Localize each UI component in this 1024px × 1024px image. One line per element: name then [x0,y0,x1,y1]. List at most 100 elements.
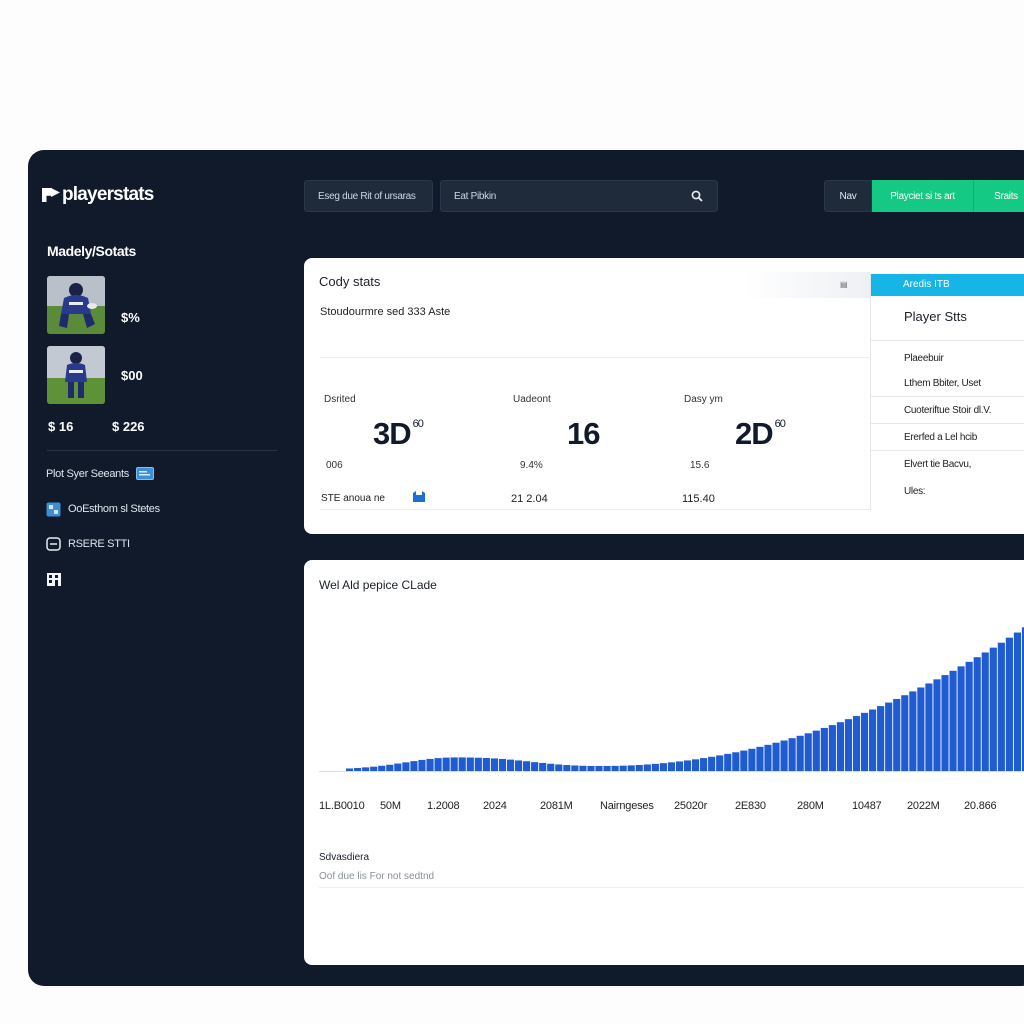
kpi-sub: 15.6 [690,460,710,471]
brand-name: playerstats [62,184,154,205]
list-item[interactable]: Plaeebuir [871,345,1024,372]
player-avatar[interactable] [47,276,105,334]
chart-bar [708,756,716,771]
stats-divider [320,357,870,358]
chart-bar [506,759,515,771]
list-item[interactable]: Ererfed a Lel hcib [871,424,1024,451]
chart-bar [917,687,925,771]
list-item[interactable]: Ules: [871,478,1024,505]
sidebar-item-building[interactable] [46,571,68,586]
chart-bar [828,725,836,772]
primary-action-button[interactable]: Playciet si ts art [872,180,973,212]
x-tick-label: 2081M [540,800,573,812]
kpi-value: 3D 60 [373,416,424,451]
chart-bar [1013,632,1022,771]
chart-bar [619,765,627,771]
chart-bar [410,761,418,771]
filter-dropdown[interactable]: Eseg due Rit of ursaras [304,180,433,212]
x-tick-label: 20.866 [964,800,997,812]
chart-bar [973,657,981,771]
chart-bar [989,647,997,771]
chart-bar [756,746,764,771]
chart-bar [611,765,619,771]
chart-bar [941,675,949,771]
stats-panel-title: Cody stats [319,274,381,289]
x-tick-label: 2022M [907,800,940,812]
sidebar-item-estates[interactable]: OoEsthom sl Stetes [46,502,160,517]
chart-bar [418,759,426,771]
search-input[interactable]: Eat Pibkin [440,180,718,212]
list-header: Aredis ITB [871,274,1024,296]
chart-footer-title: Sdvasdiera [319,852,370,863]
player-photo-icon [47,276,105,334]
chart-bar [458,757,466,771]
chart-bar [675,761,684,771]
chart-bar [635,764,643,771]
player-stat-1: $% [121,310,140,325]
stats-footer-label: STE anoua ne [321,493,385,504]
chart-bar [949,670,957,771]
stats-panel-subtitle: Stoudourmre sed 333 Aste [320,306,451,318]
chart-bar [981,652,989,771]
list-item[interactable]: Cuoteriftue Stoir dl.V. [871,397,1024,424]
chart-bar [683,760,692,771]
player-avatar[interactable] [47,346,105,404]
chart-bar [909,691,917,771]
panel-menu-icon[interactable]: ▤ [840,280,848,289]
chart-bar [893,698,901,771]
chart-bar [740,750,748,771]
search-icon[interactable] [691,190,703,205]
chart-bar [667,762,676,771]
x-tick-label: Nairngeses [600,800,654,812]
app-window: playerstats Madely/Sotats $% $00 $ 16 $ … [28,150,1024,986]
grid-icon [46,502,61,517]
sidebar-item-label: Plot Syer Seeants [46,467,129,480]
player-stat-2: $00 [121,368,143,383]
chart-bar [595,765,603,771]
chart-bar [748,748,756,771]
stats-footer-divider [320,509,870,510]
chart-bar [965,661,973,771]
chart-bar [1005,637,1013,771]
kpi-sub: 9.4% [520,460,543,471]
chart-bar [772,742,780,771]
chart-bar [844,719,853,771]
chart-bar [651,763,659,771]
chart-bar [869,709,877,771]
sidebar-item-player-seeants[interactable]: Plot Syer Seeants [46,467,154,480]
x-tick-label: 2E830 [735,800,766,812]
chart-bar [925,683,933,771]
x-tick-label: 1.2008 [427,800,460,812]
chart-bar [877,706,885,771]
chart-bar [732,752,740,771]
building-icon [46,571,61,586]
chart-bar [579,765,587,771]
stats-footer-right: 115.40 [682,493,715,505]
sidebar-title: Madely/Sotats [47,243,136,259]
chart-bar [860,712,869,771]
chart-bar [780,740,788,771]
summary-left: $ 16 [48,419,74,434]
chart-bar [378,765,386,771]
chart-footer-sub: Oof due lis For not sedtnd [319,871,435,882]
chart-bar [933,679,941,771]
sidebar-item-reserve[interactable]: RSERE STTI [46,537,130,551]
chart-bar [957,666,965,771]
list-item[interactable]: Elvert tie Bacvu, [871,451,1024,478]
chart-bar [450,757,458,771]
nav-button[interactable]: Nav [824,180,872,212]
chart-bar [627,765,635,771]
list-item[interactable]: Lthem Bbiter, Uset [871,370,1024,397]
panel-header-fade [744,272,870,298]
chart-panel: Wel Ald pepice CLade 1L.B0010 50M 1.2008 20… [304,560,1024,965]
stats-footer-mid: 21 2.04 [511,493,548,505]
chart-bar [997,642,1005,771]
chart-bar [555,764,563,771]
chart-bar [490,758,498,771]
chart-bar [370,766,378,771]
chart-bar [812,730,820,771]
secondary-action-button[interactable]: Sraits [973,180,1024,212]
brand-logo[interactable]: playerstats [42,184,154,206]
chart-bar [474,757,482,771]
chart-bar [852,716,861,771]
